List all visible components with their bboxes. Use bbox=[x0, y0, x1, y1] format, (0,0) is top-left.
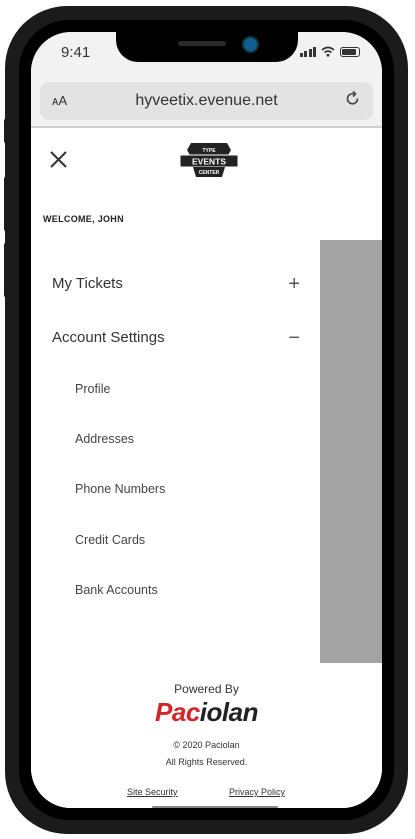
brand-part-2: iolan bbox=[199, 697, 259, 727]
url-field[interactable]: ᴀA hyveetix.evenue.net bbox=[40, 82, 373, 120]
menu-item-label: Account Settings bbox=[52, 329, 165, 346]
page-overlay[interactable] bbox=[320, 240, 382, 663]
site-security-link[interactable]: Site Security bbox=[127, 787, 178, 797]
speaker-grille bbox=[178, 41, 226, 46]
notch bbox=[116, 32, 298, 62]
battery-icon bbox=[340, 47, 360, 57]
cellular-signal-icon bbox=[299, 47, 316, 57]
submenu-item-bank-accounts[interactable]: Bank Accounts bbox=[75, 583, 158, 597]
wifi-icon bbox=[321, 46, 335, 57]
status-bar: 9:41 bbox=[31, 32, 382, 76]
browser-address-bar: ᴀA hyveetix.evenue.net bbox=[31, 76, 382, 128]
close-icon[interactable] bbox=[47, 148, 71, 172]
venue-logo[interactable]: TYPE EVENTS CENTER bbox=[177, 140, 241, 180]
volume-down-button bbox=[4, 242, 12, 298]
logo-main-text: EVENTS bbox=[192, 157, 226, 167]
submenu-item-phone-numbers[interactable]: Phone Numbers bbox=[75, 482, 165, 496]
volume-up-button bbox=[4, 176, 12, 232]
powered-by-label: Powered By bbox=[174, 682, 239, 696]
copyright-text: © 2020 Paciolan bbox=[173, 740, 240, 750]
submenu-item-profile[interactable]: Profile bbox=[75, 382, 110, 396]
menu-item-my-tickets[interactable]: My Tickets + bbox=[52, 272, 300, 298]
collapse-icon[interactable]: − bbox=[288, 326, 300, 350]
phone-frame: 9:41 ᴀA hyveetix.evenue.net TYPE EVENTS … bbox=[4, 6, 408, 834]
privacy-policy-link[interactable]: Privacy Policy bbox=[229, 787, 285, 797]
reload-icon[interactable] bbox=[345, 90, 361, 108]
submenu-item-credit-cards[interactable]: Credit Cards bbox=[75, 533, 145, 547]
home-indicator[interactable] bbox=[152, 806, 278, 808]
menu-page: TYPE EVENTS CENTER WELCOME, JOHN My Tick… bbox=[31, 130, 382, 808]
menu-item-account-settings[interactable]: Account Settings − bbox=[52, 326, 300, 352]
menu-item-label: My Tickets bbox=[52, 275, 123, 292]
rights-text: All Rights Reserved. bbox=[165, 757, 248, 767]
logo-top-text: TYPE bbox=[202, 148, 216, 154]
phone-bezel: 9:41 ᴀA hyveetix.evenue.net TYPE EVENTS … bbox=[19, 20, 394, 820]
paciolan-logo[interactable]: Paciolan bbox=[31, 697, 382, 728]
status-icons bbox=[299, 46, 360, 57]
brand-part-1: Pac bbox=[155, 697, 200, 727]
submenu-item-addresses[interactable]: Addresses bbox=[75, 432, 134, 446]
logo-bottom-text: CENTER bbox=[199, 170, 220, 176]
silent-switch bbox=[4, 118, 12, 144]
url-text[interactable]: hyveetix.evenue.net bbox=[40, 92, 373, 110]
status-time: 9:41 bbox=[61, 44, 91, 61]
welcome-message: WELCOME, JOHN bbox=[43, 214, 124, 224]
expand-icon[interactable]: + bbox=[288, 272, 300, 296]
front-camera bbox=[244, 38, 257, 51]
phone-screen: 9:41 ᴀA hyveetix.evenue.net TYPE EVENTS … bbox=[31, 32, 382, 808]
